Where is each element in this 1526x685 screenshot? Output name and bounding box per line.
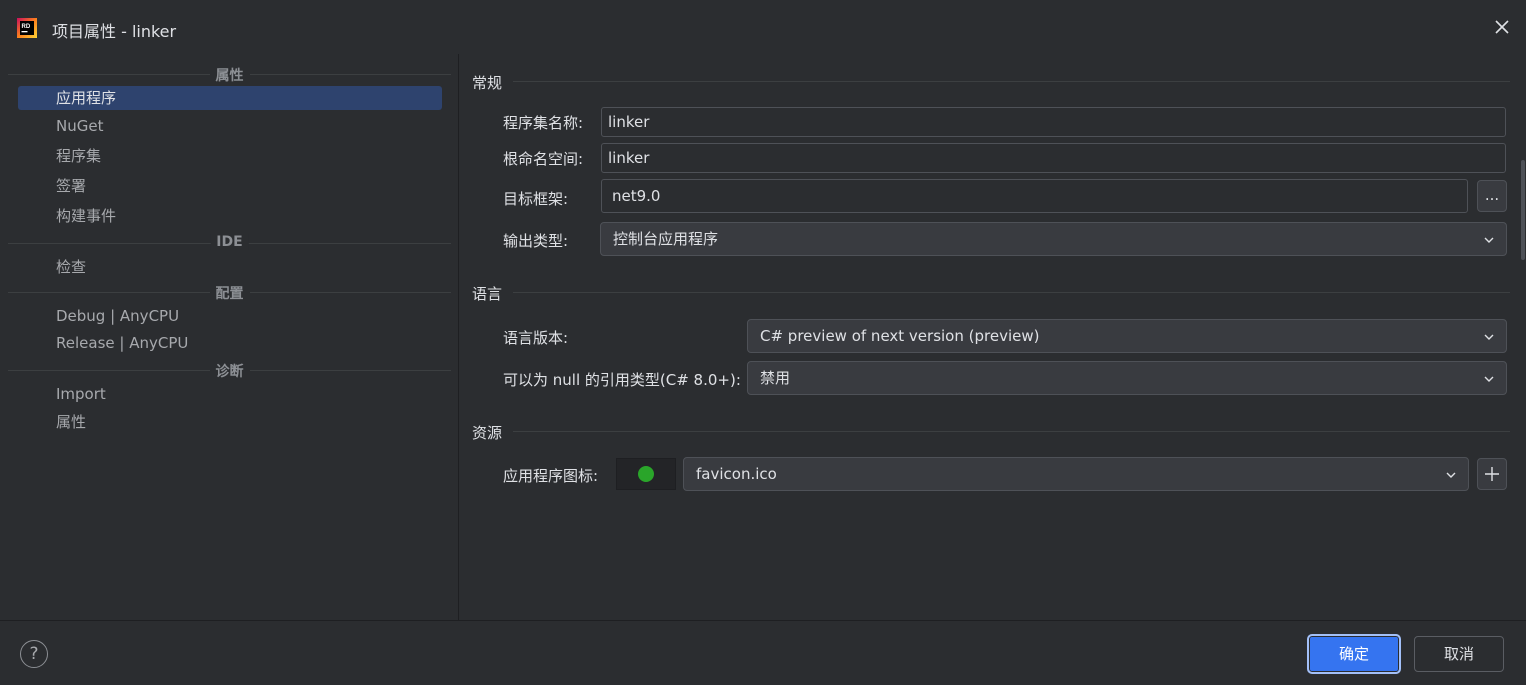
sidebar-section-header: 属性 [8, 64, 451, 85]
language-version-value: C# preview of next version (preview) [760, 327, 1040, 345]
help-button[interactable]: ? [20, 640, 48, 668]
window-title: 项目属性 - linker [52, 22, 177, 41]
sidebar-item-debug-config[interactable]: Debug | AnyCPU [18, 304, 442, 328]
app-icon-label: 应用程序图标: [503, 467, 599, 485]
group-title-general: 常规 [472, 74, 503, 92]
app-icon-preview [616, 458, 676, 490]
sidebar-section-header: 配置 [8, 282, 451, 303]
chevron-down-icon [1446, 472, 1456, 478]
sidebar-item-release-config[interactable]: Release | AnyCPU [18, 331, 442, 355]
group-title-language: 语言 [472, 285, 503, 303]
title-bar: RD 项目属性 - linker [0, 0, 1526, 54]
chevron-down-icon [1484, 376, 1494, 382]
divider [513, 431, 1510, 432]
dialog-footer: ? 确定 取消 [0, 620, 1526, 685]
language-version-dropdown[interactable]: C# preview of next version (preview) [747, 319, 1507, 353]
app-icon-value: favicon.ico [696, 465, 777, 483]
nullable-value: 禁用 [760, 369, 791, 387]
sidebar-item-build-events[interactable]: 构建事件 [18, 204, 442, 228]
sidebar-item-import[interactable]: Import [18, 382, 442, 406]
assembly-name-label: 程序集名称: [503, 114, 584, 132]
sidebar-item-application[interactable]: 应用程序 [18, 86, 442, 110]
root-namespace-field[interactable]: linker [601, 143, 1506, 173]
plus-icon [1485, 467, 1499, 481]
sidebar: 属性 应用程序 NuGet 程序集 签署 构建事件 IDE 检查 配置 Debu… [0, 54, 459, 620]
sidebar-section-header: IDE [8, 233, 451, 253]
sidebar-item-signing[interactable]: 签署 [18, 174, 442, 198]
sidebar-item-nuget[interactable]: NuGet [18, 114, 442, 138]
output-type-dropdown[interactable]: 控制台应用程序 [600, 222, 1507, 256]
divider [513, 292, 1510, 293]
output-type-label: 输出类型: [503, 232, 569, 250]
chevron-down-icon [1484, 334, 1494, 340]
target-framework-field[interactable]: net9.0 [601, 179, 1468, 213]
sidebar-item-properties[interactable]: 属性 [18, 410, 442, 434]
sidebar-section-header: 诊断 [8, 360, 451, 381]
output-type-value: 控制台应用程序 [613, 230, 719, 248]
favicon-icon [638, 466, 654, 482]
ok-button[interactable]: 确定 [1307, 634, 1401, 674]
nullable-dropdown[interactable]: 禁用 [747, 361, 1507, 395]
cancel-button[interactable]: 取消 [1414, 636, 1504, 672]
target-framework-label: 目标框架: [503, 190, 569, 208]
divider [513, 81, 1510, 82]
chevron-down-icon [1484, 237, 1494, 243]
close-icon[interactable] [1492, 17, 1512, 37]
sidebar-item-inspections[interactable]: 检查 [18, 255, 442, 279]
language-version-label: 语言版本: [503, 329, 569, 347]
group-title-resources: 资源 [472, 424, 503, 442]
add-icon-button[interactable] [1477, 458, 1507, 490]
rider-app-icon: RD [17, 18, 37, 38]
root-namespace-label: 根命名空间: [503, 150, 584, 168]
main-panel: 常规 程序集名称: linker 根命名空间: linker 目标框架: net… [459, 54, 1526, 620]
sidebar-item-assembly[interactable]: 程序集 [18, 144, 442, 168]
nullable-label: 可以为 null 的引用类型(C# 8.0+): [503, 371, 741, 389]
svg-text:RD: RD [22, 24, 31, 30]
browse-framework-button[interactable]: ... [1477, 180, 1507, 212]
scrollbar[interactable] [1521, 160, 1525, 260]
assembly-name-field[interactable]: linker [601, 107, 1506, 137]
app-icon-dropdown[interactable]: favicon.ico [683, 457, 1469, 491]
